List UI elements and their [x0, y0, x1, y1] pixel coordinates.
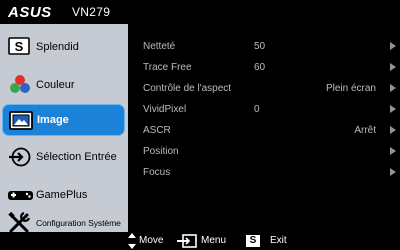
setting-label: Focus — [143, 167, 171, 178]
sidebar-item-label: Sélection Entrée — [36, 151, 117, 163]
up-down-arrows-icon — [128, 233, 136, 249]
sidebar-item-image[interactable]: Image — [2, 104, 125, 136]
setting-value: 60 — [254, 62, 266, 73]
splendid-icon: S — [8, 36, 34, 58]
setting-row-focus[interactable]: Focus — [128, 162, 400, 183]
setting-label: VividPixel — [143, 104, 187, 115]
gamepad-icon — [8, 184, 34, 206]
sidebar-item-selection-entree[interactable]: Sélection Entrée — [0, 138, 128, 176]
chevron-right-icon — [390, 105, 396, 113]
tools-icon — [8, 212, 34, 234]
setting-value: 0 — [254, 104, 260, 115]
setting-label: Trace Free — [143, 62, 192, 73]
bottom-hint-bar: Move Menu S Exit — [0, 232, 400, 250]
sidebar: S Splendid Couleur Image Sélection Entré… — [0, 24, 128, 234]
sidebar-item-couleur[interactable]: Couleur — [0, 66, 128, 104]
setting-row-vividpixel[interactable]: VividPixel 0 — [128, 99, 400, 120]
chevron-right-icon — [390, 126, 396, 134]
chevron-right-icon — [390, 42, 396, 50]
sidebar-item-label: Couleur — [36, 79, 75, 91]
asus-logo-text: ASUS — [8, 4, 52, 21]
setting-label: Position — [143, 146, 179, 157]
setting-value: 50 — [254, 41, 266, 52]
move-label: Move — [139, 235, 164, 246]
input-select-icon — [8, 146, 34, 168]
menu-hint[interactable]: Menu — [177, 232, 235, 250]
chevron-right-icon — [390, 147, 396, 155]
chevron-right-icon — [390, 63, 396, 71]
title-bar: ASUS VN279 — [0, 0, 400, 24]
chevron-right-icon — [390, 168, 396, 176]
setting-value: Arrêt — [354, 125, 376, 136]
setting-row-trace-free[interactable]: Trace Free 60 — [128, 57, 400, 78]
setting-row-nettete[interactable]: Netteté 50 — [128, 36, 400, 57]
chevron-right-icon — [390, 84, 396, 92]
svg-text:S: S — [15, 39, 24, 54]
asus-logo: ASUS — [8, 4, 52, 21]
settings-panel: Netteté 50 Trace Free 60 Contrôle de l'a… — [128, 24, 400, 232]
sidebar-item-label: Splendid — [36, 41, 79, 53]
color-palette-icon — [8, 74, 34, 96]
osd-menu: ASUS VN279 S Splendid Couleur Image Séle… — [0, 0, 400, 250]
menu-enter-icon — [177, 234, 197, 248]
exit-label: Exit — [270, 235, 287, 246]
sidebar-item-splendid[interactable]: S Splendid — [0, 28, 128, 66]
sidebar-item-configuration-systeme[interactable]: Configuration Système — [0, 212, 128, 234]
model-name: VN279 — [72, 5, 111, 19]
setting-row-controle-aspect[interactable]: Contrôle de l'aspect Plein écran — [128, 78, 400, 99]
image-icon — [9, 110, 35, 132]
setting-row-position[interactable]: Position — [128, 141, 400, 162]
setting-value: Plein écran — [325, 83, 376, 94]
setting-label: Netteté — [143, 41, 176, 52]
setting-label: Contrôle de l'aspect — [143, 83, 232, 94]
exit-hint[interactable]: S Exit — [246, 232, 298, 250]
menu-label: Menu — [201, 235, 227, 246]
sidebar-item-label: Image — [37, 114, 69, 126]
setting-label: ASCR — [143, 125, 171, 136]
exit-key-icon: S — [246, 235, 260, 247]
move-hint[interactable]: Move — [128, 232, 174, 250]
setting-row-ascr[interactable]: ASCR Arrêt — [128, 120, 400, 141]
